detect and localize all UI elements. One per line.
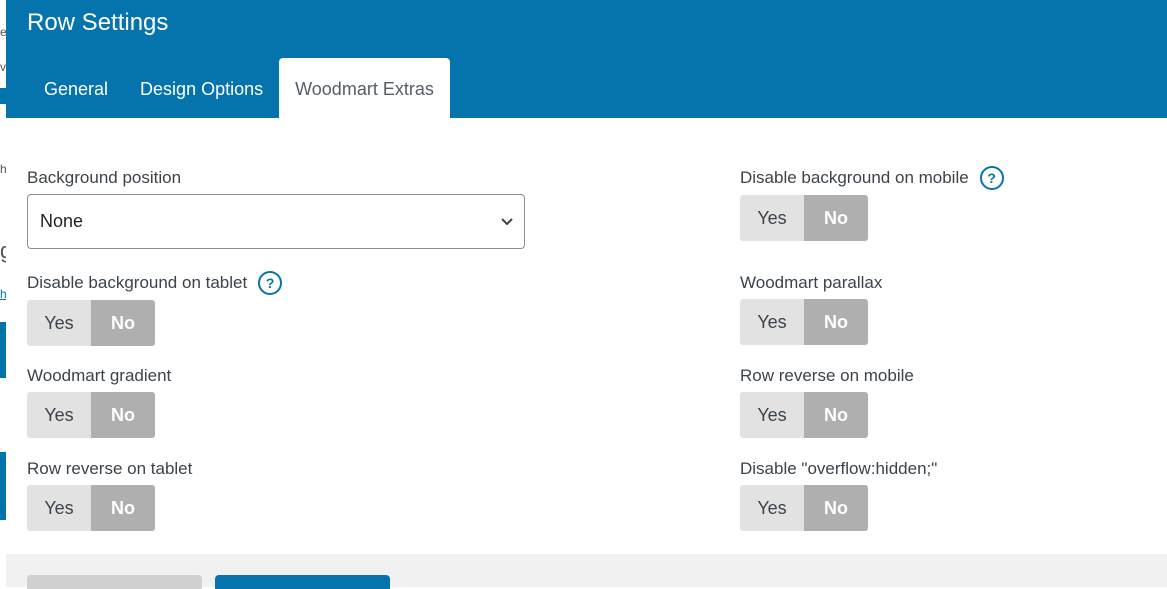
- woodmart-gradient-field: Woodmart gradient: [27, 365, 171, 387]
- row-reverse-tablet-field: Row reverse on tablet: [27, 458, 192, 480]
- background-position-select[interactable]: None: [27, 194, 525, 249]
- row-reverse-mobile-field: Row reverse on mobile: [740, 365, 914, 387]
- tab-bar: General Design Options Woodmart Extras: [28, 58, 450, 118]
- toggle-yes-option[interactable]: Yes: [740, 485, 804, 531]
- field-label: Disable background on mobile: [740, 168, 969, 187]
- select-value: None: [40, 211, 84, 231]
- toggle-yes-option[interactable]: Yes: [740, 195, 804, 241]
- toggle-no-option[interactable]: No: [804, 485, 868, 531]
- row-settings-modal: Row Settings General Design Options Wood…: [6, 0, 1167, 589]
- modal-header: Row Settings General Design Options Wood…: [6, 0, 1167, 118]
- settings-panel: Background position None Disable backgro…: [6, 118, 1167, 554]
- toggle-yes-option[interactable]: Yes: [740, 299, 804, 345]
- disable-bg-mobile-field: Disable background on mobile ?: [740, 166, 1004, 190]
- tab-woodmart-extras[interactable]: Woodmart Extras: [279, 58, 450, 118]
- toggle-no-option[interactable]: No: [804, 195, 868, 241]
- toggle-no-option[interactable]: No: [804, 299, 868, 345]
- toggle-yes-option[interactable]: Yes: [27, 485, 91, 531]
- tab-general[interactable]: General: [28, 58, 124, 118]
- modal-title: Row Settings: [27, 9, 169, 36]
- disable-overflow-field: Disable "overflow:hidden;": [740, 458, 937, 480]
- modal-footer: [6, 554, 1167, 589]
- question-circle-icon[interactable]: ?: [979, 166, 1004, 190]
- field-label: Background position: [27, 168, 182, 187]
- row-reverse-tablet-toggle: Yes No: [27, 485, 155, 531]
- disable-bg-tablet-toggle: Yes No: [27, 300, 155, 346]
- question-circle-icon[interactable]: ?: [258, 271, 283, 295]
- field-label: Woodmart gradient: [27, 366, 172, 385]
- field-label: Disable background on tablet: [27, 273, 248, 292]
- woodmart-parallax-field: Woodmart parallax: [740, 272, 882, 294]
- disable-bg-mobile-toggle: Yes No: [740, 195, 868, 241]
- toggle-no-option[interactable]: No: [804, 392, 868, 438]
- toggle-no-option[interactable]: No: [91, 392, 155, 438]
- chevron-down-icon: [501, 218, 513, 226]
- woodmart-parallax-toggle: Yes No: [740, 299, 868, 345]
- toggle-yes-option[interactable]: Yes: [27, 300, 91, 346]
- field-label: Disable "overflow:hidden;": [740, 459, 938, 478]
- field-label: Row reverse on tablet: [27, 459, 193, 478]
- toggle-no-option[interactable]: No: [91, 300, 155, 346]
- field-label: Row reverse on mobile: [740, 366, 914, 385]
- row-reverse-mobile-toggle: Yes No: [740, 392, 868, 438]
- background-position-field: Background position: [27, 167, 181, 189]
- toggle-no-option[interactable]: No: [91, 485, 155, 531]
- toggle-yes-option[interactable]: Yes: [740, 392, 804, 438]
- tab-design-options[interactable]: Design Options: [124, 58, 279, 118]
- field-label: Woodmart parallax: [740, 273, 883, 292]
- toggle-yes-option[interactable]: Yes: [27, 392, 91, 438]
- disable-bg-tablet-field: Disable background on tablet ?: [27, 271, 283, 295]
- woodmart-gradient-toggle: Yes No: [27, 392, 155, 438]
- disable-overflow-toggle: Yes No: [740, 485, 868, 531]
